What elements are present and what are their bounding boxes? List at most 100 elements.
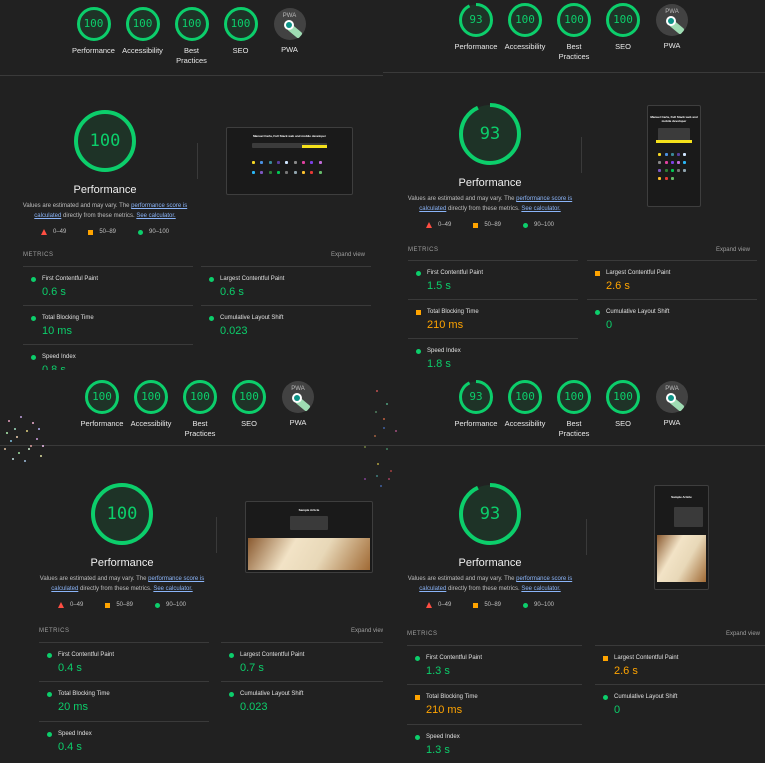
thumbnail-headline: Manuel Carla, Full Stack web and mobile … <box>650 115 698 123</box>
gauge-performance[interactable]: 100 Performance <box>69 7 118 75</box>
confetti-particle <box>386 403 388 405</box>
circle-icon <box>595 310 600 315</box>
triangle-icon <box>57 602 64 608</box>
legend-average: 50–89 <box>473 222 501 228</box>
performance-summary: 93 Performance Values are estimated and … <box>405 483 575 608</box>
performance-note: Values are estimated and may vary. The p… <box>37 574 207 594</box>
performance-title: Performance <box>458 557 522 569</box>
gauge-score: 100 <box>564 390 584 403</box>
confetti-particle <box>16 436 18 438</box>
performance-note: Values are estimated and may vary. The p… <box>405 194 575 214</box>
thumbnail-tech-icon <box>658 161 662 164</box>
thumbnail-tech-icon <box>683 161 687 164</box>
gauge-accessibility[interactable]: 100 Accessibility <box>501 380 550 448</box>
legend-pass: 90–100 <box>523 602 554 608</box>
expand-view-toggle[interactable]: Expand view <box>351 628 385 634</box>
final-screenshot[interactable]: Manuel Carla, Full Stack web and mobile … <box>226 127 353 195</box>
gauge-seo[interactable]: 100 SEO <box>225 380 274 448</box>
metric-name: First Contentful Paint <box>427 270 484 276</box>
gauge-performance[interactable]: 93 Performance <box>452 380 501 448</box>
thumbnail-tech-icon <box>670 177 674 180</box>
confetti-particle <box>14 428 16 430</box>
metric-value: 20 ms <box>58 701 88 713</box>
gauge-seo[interactable]: 100 SEO <box>599 380 648 448</box>
divider <box>0 75 383 76</box>
expand-view-toggle[interactable]: Expand view <box>331 252 365 258</box>
pwa-badge-dot <box>283 20 294 30</box>
vertical-separator <box>586 519 587 555</box>
triangle-icon <box>425 222 432 228</box>
gauge-pwa[interactable]: PWA PWA <box>274 380 323 448</box>
note-text: Values are estimated and may vary. The <box>22 203 132 209</box>
pwa-badge-text: PWA <box>291 386 305 392</box>
metric-si: Speed Index 0.4 s <box>39 721 209 760</box>
thumbnail-info-card <box>290 516 328 530</box>
thumbnail-headline: Manuel Carla, Full Stack web and mobile … <box>253 134 326 138</box>
legend-range: 0–49 <box>437 222 452 228</box>
expand-view-toggle[interactable]: Expand view <box>716 247 750 253</box>
thumbnail-tech-icon <box>260 171 264 174</box>
circle-icon <box>523 222 528 228</box>
metric-value: 0 <box>614 704 621 716</box>
gauge-best-practices[interactable]: 100 Best Practices <box>550 380 599 448</box>
circle-icon <box>138 229 143 235</box>
vertical-separator <box>197 143 198 179</box>
metric-si: Speed Index 1.3 s <box>407 724 582 763</box>
gauge-accessibility[interactable]: 100 Accessibility <box>501 3 550 71</box>
metric-fcp: First Contentful Paint 0.6 s <box>23 266 193 305</box>
pwa-badge-text: PWA <box>665 386 679 392</box>
gauge-accessibility[interactable]: 100 Accessibility <box>127 380 176 448</box>
score-ring: 100 <box>125 7 160 41</box>
gauge-pwa[interactable]: PWA PWA <box>265 7 314 75</box>
final-screenshot[interactable]: Sample Article <box>245 501 373 573</box>
confetti-particle <box>12 458 14 460</box>
gauge-best-practices[interactable]: 100 Best Practices <box>167 7 216 75</box>
final-screenshot[interactable]: Manuel Carla, Full Stack web and mobile … <box>647 105 701 207</box>
thumbnail-tech-icon <box>664 177 668 180</box>
gauge-best-practices[interactable]: 100 Best Practices <box>176 380 225 448</box>
gauge-seo[interactable]: 100 SEO <box>216 7 265 75</box>
gauge-score: 93 <box>469 13 483 26</box>
confetti-particle <box>36 438 38 440</box>
note-text: directly from these metrics. <box>78 586 154 592</box>
gauge-seo[interactable]: 100 SEO <box>599 3 648 71</box>
metric-name: Cumulative Layout Shift <box>240 691 304 697</box>
gauge-score: 100 <box>181 17 202 30</box>
see-calculator-link[interactable]: See calculator. <box>521 586 560 592</box>
note-text: directly from these metrics. <box>446 206 522 212</box>
legend-range: 0–49 <box>69 602 84 608</box>
see-calculator-link[interactable]: See calculator. <box>153 586 192 592</box>
performance-score: 100 <box>106 504 138 524</box>
category-gauges: 93 Performance 100 Accessibility 100 Bes… <box>383 3 765 71</box>
report-panel-desktop-home: 100 Performance 100 Accessibility 100 Be… <box>0 0 383 380</box>
metric-name: Largest Contentful Paint <box>220 276 285 282</box>
final-screenshot[interactable]: Sample Article <box>654 485 709 590</box>
metric-cls: Cumulative Layout Shift 0.023 <box>201 305 371 344</box>
gauge-best-practices[interactable]: 100 Best Practices <box>550 3 599 71</box>
confetti-particle <box>38 428 40 430</box>
gauge-performance[interactable]: 93 Performance <box>452 3 501 71</box>
circle-icon <box>229 692 234 697</box>
gauge-score: 100 <box>190 390 210 403</box>
metric-value: 1.5 s <box>427 280 451 292</box>
metric-name: Total Blocking Time <box>427 309 479 315</box>
gauge-accessibility[interactable]: 100 Accessibility <box>118 7 167 75</box>
thumbnail-tech-icon <box>658 177 662 180</box>
performance-title: Performance <box>90 557 154 569</box>
metric-value: 0.7 s <box>240 662 264 674</box>
thumbnail-tech-icon <box>252 161 255 164</box>
see-calculator-link[interactable]: See calculator. <box>521 206 560 212</box>
gauge-pwa[interactable]: PWA PWA <box>648 3 697 71</box>
performance-gauge: 93 <box>459 483 521 545</box>
circle-icon <box>523 602 528 608</box>
confetti-particle <box>30 445 32 447</box>
expand-view-toggle[interactable]: Expand view <box>726 631 760 637</box>
thumbnail-tech-icon <box>670 161 674 164</box>
see-calculator-link[interactable]: See calculator. <box>136 213 175 219</box>
legend-fail: 0–49 <box>425 602 451 608</box>
metric-value: 0.4 s <box>58 662 82 674</box>
metric-name: First Contentful Paint <box>58 652 115 658</box>
gauge-pwa[interactable]: PWA PWA <box>648 380 697 448</box>
gauge-performance[interactable]: 100 Performance <box>78 380 127 448</box>
gauge-label: SEO <box>615 42 631 51</box>
